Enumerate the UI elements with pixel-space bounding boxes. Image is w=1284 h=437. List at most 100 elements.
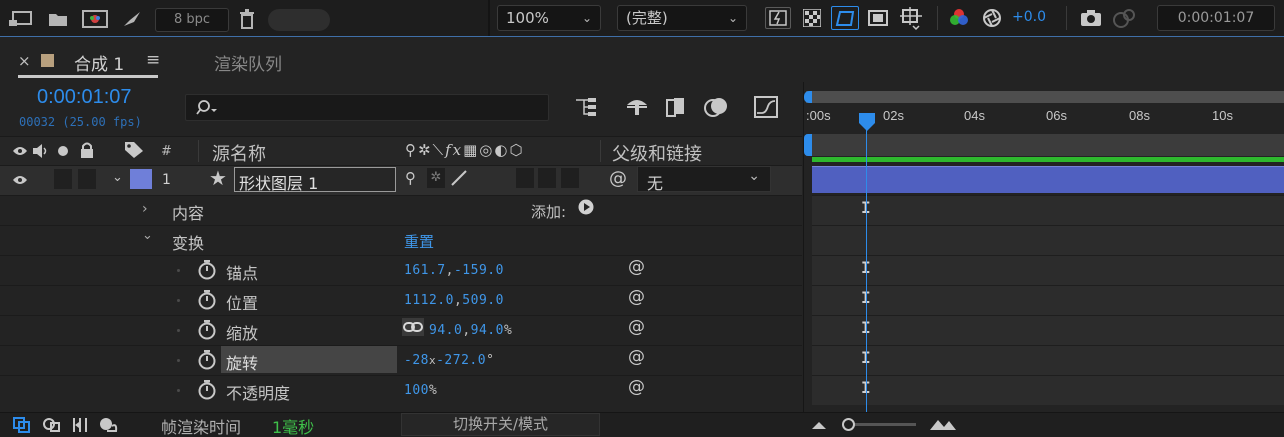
navigator-bar[interactable] <box>806 91 1284 103</box>
audio-toggle[interactable] <box>54 169 72 189</box>
bit-depth-button[interactable]: 8 bpc <box>155 8 229 32</box>
scale-row[interactable] <box>0 315 802 345</box>
motion-blur-icon[interactable] <box>703 95 729 119</box>
toolbar-divider <box>1066 6 1067 30</box>
scale-value[interactable]: 94.0,94.0% <box>429 323 512 338</box>
stopwatch-icon[interactable] <box>196 319 218 341</box>
trash-icon[interactable] <box>237 8 257 30</box>
new-composition-icon[interactable] <box>82 8 108 30</box>
layer-switch-box[interactable] <box>561 168 579 188</box>
shy-layers-icon[interactable] <box>624 96 650 118</box>
layer-switches-pane-icon[interactable] <box>12 416 32 434</box>
contents-row[interactable] <box>0 195 802 225</box>
zoom-out-mountain-icon[interactable] <box>810 418 828 432</box>
lock-toggle[interactable] <box>78 169 96 189</box>
layer-name-field[interactable]: 形状图层 1 <box>234 167 396 193</box>
resolution-select[interactable]: (完整) ⌄ <box>617 5 747 31</box>
work-area-start-handle[interactable] <box>804 134 812 156</box>
column-divider <box>600 140 601 162</box>
exposure-reset-icon[interactable] <box>981 7 1003 29</box>
folder-icon[interactable] <box>47 9 69 29</box>
expand-layer-chevron-icon[interactable]: ⌄ <box>112 170 123 185</box>
layer-shy-switch-icon[interactable]: ⚲ <box>405 169 416 187</box>
zoom-select[interactable]: 100% ⌄ <box>497 5 601 31</box>
eye-icon[interactable] <box>11 143 29 159</box>
panel-menu-icon[interactable]: ≡ <box>146 50 160 70</box>
solo-dot-icon[interactable] <box>56 144 70 158</box>
position-row[interactable] <box>0 285 802 315</box>
navigator-start-handle[interactable] <box>804 91 812 103</box>
project-flowchart-icon[interactable] <box>8 9 34 29</box>
stopwatch-icon[interactable] <box>196 259 218 281</box>
layer-collapse-switch[interactable]: ✲ <box>427 168 445 188</box>
tab-render-queue[interactable]: 渲染队列 <box>214 50 282 75</box>
parent-pickwhip-icon[interactable]: @ <box>609 168 627 189</box>
render-time-pane-icon[interactable] <box>98 416 120 434</box>
pickwhip-spiral-icon[interactable]: @ <box>628 347 645 367</box>
transfer-controls-pane-icon[interactable] <box>42 416 62 434</box>
column-parent-header[interactable]: 父级和链接 <box>612 140 702 166</box>
frame-blending-icon[interactable] <box>664 95 688 119</box>
playhead-handle-icon[interactable] <box>858 112 876 132</box>
rotation-value[interactable]: -28x-272.0° <box>404 353 494 368</box>
current-timecode[interactable]: 0:00:01:07 <box>37 86 132 109</box>
quality-icon: ⟍ <box>432 141 446 159</box>
toggle-switches-modes-button[interactable]: 切换开关/模式 <box>401 413 600 436</box>
layer-switch-box[interactable] <box>538 168 556 188</box>
transform-row[interactable] <box>0 225 802 255</box>
layer-quality-switch-icon[interactable] <box>449 168 469 188</box>
camera-snapshot-icon[interactable] <box>1078 8 1104 28</box>
position-value[interactable]: 1112.0,509.0 <box>404 293 504 308</box>
anchor-point-row[interactable] <box>0 255 802 285</box>
tree-dot <box>177 359 180 362</box>
playhead-line <box>866 128 867 412</box>
pickwhip-spiral-icon[interactable]: @ <box>628 287 645 307</box>
exposure-value[interactable]: +0.0 <box>1012 9 1046 25</box>
expand-chevron-down-icon[interactable]: ⌄ <box>142 228 153 243</box>
layer-switch-box[interactable] <box>516 168 534 188</box>
pickwhip-spiral-icon[interactable]: @ <box>628 377 645 397</box>
fast-preview-icon[interactable] <box>765 7 791 29</box>
shy-icon: ⚲ <box>405 141 418 159</box>
layer-search-input[interactable] <box>185 94 549 121</box>
opacity-row[interactable] <box>0 375 802 405</box>
expand-chevron-right-icon[interactable]: › <box>142 201 148 217</box>
current-time-display[interactable]: 0:00:01:07 <box>1157 5 1275 31</box>
zoom-slider-track[interactable] <box>848 423 916 426</box>
reset-transform-link[interactable]: 重置 <box>404 231 434 252</box>
label-tag-icon[interactable] <box>123 141 145 159</box>
speaker-icon[interactable] <box>31 143 51 159</box>
show-snapshot-icon[interactable] <box>1110 7 1138 29</box>
region-of-interest-icon[interactable] <box>867 8 889 28</box>
color-channels-icon[interactable] <box>946 6 972 30</box>
parent-select[interactable]: 无 ⌄ <box>637 166 771 193</box>
add-menu-play-icon[interactable] <box>577 198 595 216</box>
constrain-proportions-link-icon[interactable] <box>402 318 424 336</box>
stopwatch-icon[interactable] <box>196 379 218 401</box>
pickwhip-spiral-icon[interactable]: @ <box>628 257 645 277</box>
opacity-value[interactable]: 100% <box>404 383 437 398</box>
tab-composition[interactable]: 合成 1 <box>74 50 124 75</box>
visibility-eye-icon[interactable] <box>11 172 29 188</box>
layer-label-color[interactable] <box>130 169 152 189</box>
zoom-in-mountains-icon[interactable] <box>928 415 958 433</box>
grid-guides-icon[interactable] <box>898 6 924 32</box>
transparency-grid-icon[interactable] <box>801 8 823 28</box>
layer-duration-bar[interactable] <box>812 166 1284 193</box>
rotation-row[interactable] <box>0 345 802 375</box>
anchor-point-value[interactable]: 161.7,-159.0 <box>404 263 504 278</box>
close-tab-icon[interactable]: × <box>18 52 31 70</box>
stopwatch-icon[interactable] <box>196 289 218 311</box>
graph-editor-icon[interactable] <box>753 95 779 119</box>
stopwatch-icon[interactable] <box>196 349 218 371</box>
ruler-tick-label: 06s <box>1046 108 1067 123</box>
pickwhip-spiral-icon[interactable]: @ <box>628 317 645 337</box>
zoom-slider-thumb[interactable] <box>842 418 855 431</box>
in-out-pane-icon[interactable] <box>70 416 90 434</box>
lock-icon[interactable] <box>78 141 96 159</box>
work-area-bar[interactable] <box>806 134 1284 156</box>
rocket-icon[interactable] <box>121 9 143 29</box>
composition-mini-flowchart-icon[interactable] <box>574 95 600 119</box>
mask-path-icon[interactable] <box>831 6 859 30</box>
column-source-name-header[interactable]: 源名称 <box>212 140 266 166</box>
